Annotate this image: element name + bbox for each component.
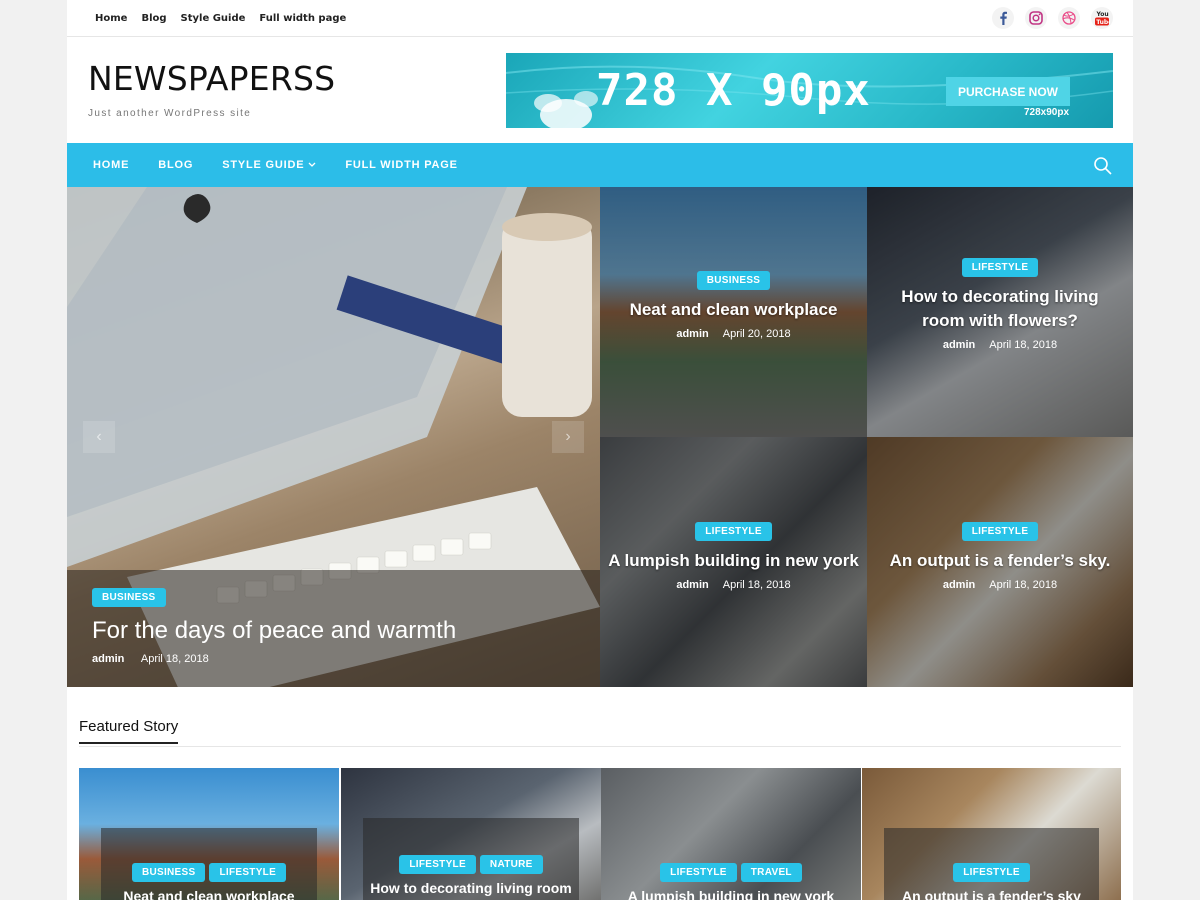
youtube-icon[interactable]: YouTube bbox=[1091, 7, 1113, 29]
featured-card-1-title[interactable]: Neat and clean workplace bbox=[101, 888, 317, 900]
featured-card-3-title[interactable]: A lumpish building in new york bbox=[623, 888, 839, 900]
slider-prev-button[interactable]: ‹ bbox=[83, 421, 115, 453]
top-nav-full-width[interactable]: Full width page bbox=[259, 13, 346, 24]
featured-header: Featured Story bbox=[79, 718, 1121, 747]
hero-tile-2-meta: admin April 18, 2018 bbox=[867, 339, 1133, 351]
top-nav: Home Blog Style Guide Full width page bbox=[95, 13, 346, 24]
featured-card-4-title[interactable]: An output is a fender’s sky bbox=[884, 888, 1099, 900]
hero-tile-2-date[interactable]: April 18, 2018 bbox=[989, 339, 1057, 351]
search-icon[interactable] bbox=[1093, 156, 1113, 181]
nav-blog[interactable]: BLOG bbox=[158, 159, 193, 171]
nav-home[interactable]: HOME bbox=[93, 159, 129, 171]
nav-style-guide[interactable]: STYLE GUIDE bbox=[222, 159, 316, 171]
hero-tile-4-date[interactable]: April 18, 2018 bbox=[989, 579, 1057, 591]
facebook-icon[interactable] bbox=[992, 7, 1014, 29]
hero-tile-3-author[interactable]: admin bbox=[676, 579, 708, 591]
site-header: NEWSPAPERSS Just another WordPress site … bbox=[67, 37, 1133, 143]
hero-tile-1-title[interactable]: Neat and clean workplace bbox=[600, 298, 867, 322]
chevron-down-icon bbox=[308, 162, 316, 167]
social-links: YouTube bbox=[992, 7, 1113, 29]
featured-heading: Featured Story bbox=[79, 718, 179, 744]
hero-tile-4-meta: admin April 18, 2018 bbox=[867, 579, 1133, 591]
hero-tile-2-caption: LIFESTYLE How to decorating living room … bbox=[867, 257, 1133, 351]
nav-style-guide-label: STYLE GUIDE bbox=[222, 159, 305, 171]
featured-card-2-title[interactable]: How to decorating living room bbox=[363, 880, 579, 896]
hero-tile-2-title[interactable]: How to decorating living room with flowe… bbox=[867, 285, 1133, 333]
hero-tile-1[interactable]: BUSINESS Neat and clean workplace admin A… bbox=[600, 187, 867, 437]
hero-main-meta: admin April 18, 2018 bbox=[92, 653, 575, 665]
hero-tile-1-date[interactable]: April 20, 2018 bbox=[723, 328, 791, 340]
hero-main-post[interactable]: ‹ › BUSINESS For the days of peace and w… bbox=[67, 187, 600, 687]
nav-full-width-label: FULL WIDTH PAGE bbox=[345, 159, 458, 171]
ad-purchase-button[interactable]: PURCHASE NOW bbox=[946, 77, 1070, 106]
nav-full-width[interactable]: FULL WIDTH PAGE bbox=[345, 159, 457, 171]
featured-card-1-category-2[interactable]: LIFESTYLE bbox=[209, 863, 287, 882]
nav-blog-label: BLOG bbox=[158, 159, 194, 171]
hero-main-date[interactable]: April 18, 2018 bbox=[141, 653, 209, 665]
ad-banner[interactable]: 728 X 90px PURCHASE NOW 728x90px bbox=[506, 53, 1113, 128]
svg-text:You: You bbox=[1096, 11, 1109, 18]
hero-tile-4[interactable]: LIFESTYLE An output is a fender’s sky. a… bbox=[867, 437, 1133, 687]
hero-tile-3-category[interactable]: LIFESTYLE bbox=[695, 522, 772, 541]
featured-card-3-category-2[interactable]: TRAVEL bbox=[740, 863, 802, 882]
featured-card-4-caption: LIFESTYLE An output is a fender’s sky bbox=[884, 828, 1099, 900]
site-tagline: Just another WordPress site bbox=[88, 108, 252, 119]
top-nav-style-guide[interactable]: Style Guide bbox=[181, 13, 246, 24]
hero-tile-3-caption: LIFESTYLE A lumpish building in new york… bbox=[600, 521, 867, 591]
page: Home Blog Style Guide Full width page Yo… bbox=[67, 0, 1133, 900]
hero-tile-3-meta: admin April 18, 2018 bbox=[600, 579, 867, 591]
top-nav-home[interactable]: Home bbox=[95, 13, 127, 24]
featured-card-2-category-1[interactable]: LIFESTYLE bbox=[399, 855, 476, 874]
hero-tile-4-title[interactable]: An output is a fender’s sky. bbox=[867, 549, 1133, 573]
dribbble-icon[interactable] bbox=[1058, 7, 1080, 29]
hero-tile-2[interactable]: LIFESTYLE How to decorating living room … bbox=[867, 187, 1133, 437]
instagram-icon[interactable] bbox=[1025, 7, 1047, 29]
featured-card-1[interactable]: BUSINESS LIFESTYLE Neat and clean workpla… bbox=[79, 768, 339, 900]
hero-main-title[interactable]: For the days of peace and warmth bbox=[92, 617, 575, 645]
slider-next-button[interactable]: › bbox=[552, 421, 584, 453]
hero-main-caption: BUSINESS For the days of peace and warmt… bbox=[67, 570, 600, 687]
hero-tile-1-author[interactable]: admin bbox=[676, 328, 708, 340]
hero-grid: ‹ › BUSINESS For the days of peace and w… bbox=[67, 187, 1133, 687]
featured-card-1-category-1[interactable]: BUSINESS bbox=[131, 863, 206, 882]
main-nav: HOME BLOG STYLE GUIDE FULL WIDTH PAGE bbox=[67, 143, 1133, 187]
nav-home-label: HOME bbox=[93, 159, 130, 171]
featured-card-2-category-2[interactable]: NATURE bbox=[479, 855, 543, 874]
hero-tile-4-category[interactable]: LIFESTYLE bbox=[961, 522, 1039, 541]
featured-card-3-category-1[interactable]: LIFESTYLE bbox=[660, 863, 737, 882]
featured-card-4[interactable]: LIFESTYLE An output is a fender’s sky bbox=[862, 768, 1121, 900]
featured-card-4-category-1[interactable]: LIFESTYLE bbox=[953, 863, 1030, 882]
featured-card-3[interactable]: LIFESTYLE TRAVEL A lumpish building in ne… bbox=[601, 768, 861, 900]
hero-tile-1-caption: BUSINESS Neat and clean workplace admin A… bbox=[600, 270, 867, 340]
hero-tile-2-category[interactable]: LIFESTYLE bbox=[961, 258, 1039, 277]
hero-tile-1-category[interactable]: BUSINESS bbox=[696, 271, 771, 290]
hero-tile-3-date[interactable]: April 18, 2018 bbox=[723, 579, 791, 591]
hero-tile-1-meta: admin April 20, 2018 bbox=[600, 328, 867, 340]
hero-tile-4-caption: LIFESTYLE An output is a fender’s sky. a… bbox=[867, 521, 1133, 591]
featured-card-2[interactable]: LIFESTYLE NATURE How to decorating living… bbox=[341, 768, 601, 900]
featured-card-2-caption: LIFESTYLE NATURE How to decorating living… bbox=[363, 818, 579, 900]
hero-main-category[interactable]: BUSINESS bbox=[92, 588, 166, 607]
featured-card-3-caption: LIFESTYLE TRAVEL A lumpish building in ne… bbox=[623, 828, 839, 900]
ad-size-label: 728x90px bbox=[1024, 107, 1070, 118]
svg-text:Tube: Tube bbox=[1096, 19, 1110, 26]
top-bar: Home Blog Style Guide Full width page Yo… bbox=[67, 0, 1133, 37]
hero-tile-3[interactable]: LIFESTYLE A lumpish building in new york… bbox=[600, 437, 867, 687]
hero-tile-2-author[interactable]: admin bbox=[943, 339, 975, 351]
top-nav-blog[interactable]: Blog bbox=[141, 13, 166, 24]
hero-main-author[interactable]: admin bbox=[92, 653, 124, 665]
site-title[interactable]: NEWSPAPERSS bbox=[88, 59, 335, 98]
hero-tile-3-title[interactable]: A lumpish building in new york bbox=[600, 549, 867, 573]
featured-card-1-caption: BUSINESS LIFESTYLE Neat and clean workpla… bbox=[101, 828, 317, 900]
ad-headline: 728 X 90px bbox=[596, 65, 871, 116]
hero-tile-4-author[interactable]: admin bbox=[943, 579, 975, 591]
